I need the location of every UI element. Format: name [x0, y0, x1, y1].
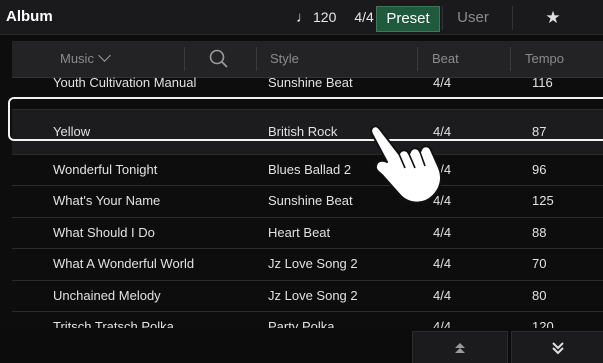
song-name: What's Your Name [53, 193, 161, 208]
star-icon: ★ [545, 8, 561, 27]
list-item[interactable]: Unchained Melody Jz Love Song 2 4/4 80 [12, 281, 603, 312]
song-beat: 4/4 [433, 256, 452, 271]
song-tempo: 80 [532, 287, 547, 303]
song-style: Heart Beat [268, 224, 331, 240]
song-name: Wonderful Tonight [53, 161, 158, 177]
tab-user[interactable]: User [442, 6, 503, 30]
song-beat: 4/4 [433, 224, 452, 240]
song-style: Blues Ballad 2 [268, 161, 352, 177]
page-title: Album [6, 8, 53, 25]
song-name: Unchained Melody [53, 287, 161, 303]
song-tempo: 125 [532, 193, 554, 208]
top-bar: Album ♩ 120 4/4 Preset User ★ [0, 0, 603, 35]
song-name: What A Wonderful World [53, 256, 195, 271]
tempo-value: 120 [313, 9, 337, 25]
page-up-icon [455, 343, 465, 353]
song-tempo: 70 [532, 256, 547, 271]
song-style: Jz Love Song 2 [268, 256, 358, 271]
list-item[interactable]: Wonderful Tonight Blues Ballad 2 4/4 96 [12, 155, 603, 186]
song-tempo: 88 [532, 224, 547, 240]
divider [510, 47, 511, 71]
song-beat: 4/4 [433, 287, 452, 303]
list-item[interactable]: What Should I Do Heart Beat 4/4 88 [12, 218, 603, 249]
tempo-readout: ♩ 120 [296, 9, 336, 26]
divider [417, 47, 418, 71]
page-down-icon [552, 342, 564, 355]
divider [256, 47, 257, 71]
page-up-button[interactable] [412, 331, 508, 363]
list-item[interactable]: What A Wonderful World Jz Love Song 2 4/… [12, 249, 603, 281]
tab-preset[interactable]: Preset [376, 6, 440, 32]
tab-favorites[interactable]: ★ [512, 6, 593, 30]
music-column-label: Music [60, 51, 94, 66]
album-screen: Album ♩ 120 4/4 Preset User ★ Music Style… [0, 0, 603, 363]
song-tempo: 96 [532, 161, 547, 177]
song-name: What Should I Do [53, 224, 155, 240]
search-icon[interactable] [208, 41, 230, 77]
selection-highlight [8, 97, 603, 141]
page-down-button[interactable] [511, 331, 603, 363]
chevron-down-icon [98, 49, 111, 62]
song-style: Jz Love Song 2 [268, 287, 358, 303]
tempo-info: ♩ 120 4/4 [296, 9, 374, 26]
time-signature: 4/4 [354, 9, 374, 25]
pointing-hand-icon [370, 125, 442, 204]
song-style: Sunshine Beat [268, 193, 353, 208]
list-item[interactable]: What's Your Name Sunshine Beat 4/4 125 [12, 186, 603, 218]
quarter-note-icon: ♩ [296, 9, 311, 26]
divider [184, 47, 185, 71]
